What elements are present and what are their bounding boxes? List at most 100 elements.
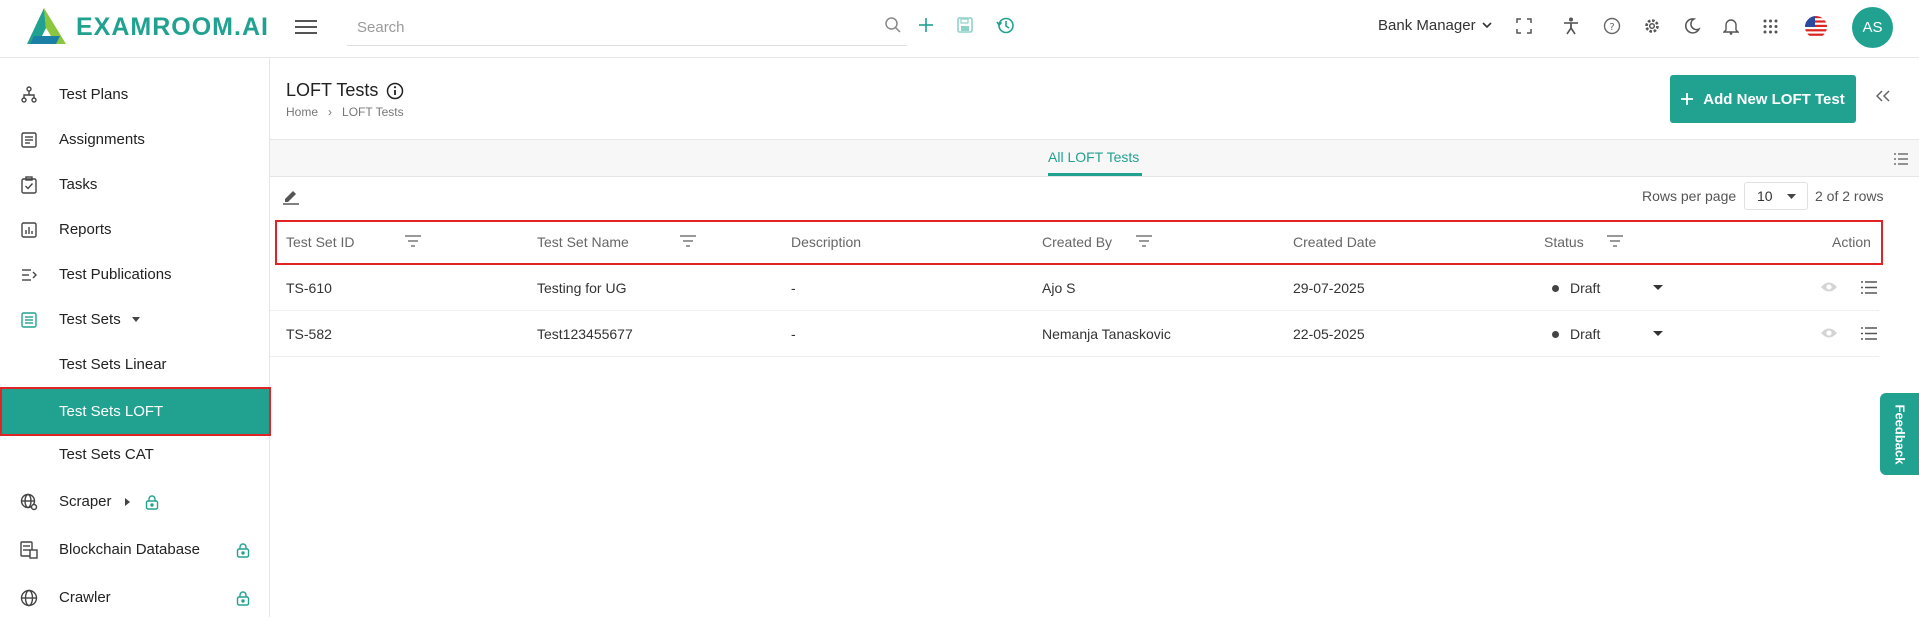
- search-input[interactable]: [347, 10, 907, 44]
- save-icon[interactable]: [956, 16, 974, 34]
- brand-name: EXAMROOM.AI: [76, 12, 269, 41]
- column-header-label: Created By: [1042, 234, 1113, 250]
- search-box: [347, 10, 907, 46]
- fullscreen-icon[interactable]: [1516, 18, 1532, 34]
- rows-per-page-select[interactable]: 10: [1744, 182, 1808, 210]
- apps-grid-icon[interactable]: [1763, 19, 1778, 34]
- plus-icon: [1681, 93, 1694, 105]
- column-settings-icon[interactable]: [1894, 153, 1908, 165]
- sidebar-item-test-sets[interactable]: Test Sets: [0, 297, 270, 342]
- caret-down-icon: [132, 317, 140, 322]
- filter-icon[interactable]: [405, 235, 421, 247]
- settings-icon[interactable]: [1643, 17, 1661, 35]
- sidebar-item-label: Test Plans: [59, 86, 129, 103]
- cell-created-by: Ajo S: [1042, 280, 1076, 296]
- sidebar-item-test-plans[interactable]: Test Plans: [0, 72, 270, 117]
- role-selector[interactable]: Bank Manager: [1378, 17, 1492, 34]
- breadcrumb: Home › LOFT Tests: [286, 105, 404, 119]
- add-new-loft-test-button[interactable]: Add New LOFT Test: [1670, 75, 1856, 123]
- us-flag-icon[interactable]: [1804, 15, 1828, 39]
- page-title-text: LOFT Tests: [286, 80, 379, 100]
- sidebar-item-reports[interactable]: Reports: [0, 207, 270, 252]
- page-title: LOFT Tests: [286, 80, 404, 101]
- column-header-label: Test Set ID: [286, 234, 355, 250]
- logo-icon: [27, 8, 66, 44]
- active-tab-indicator: [1048, 173, 1142, 176]
- notification-bell-icon[interactable]: [1723, 17, 1739, 35]
- column-header-label: Action: [1832, 234, 1871, 250]
- dark-mode-icon[interactable]: [1683, 17, 1701, 35]
- sidebar-item-test-sets-linear[interactable]: Test Sets Linear: [0, 342, 270, 387]
- filter-icon[interactable]: [680, 235, 696, 247]
- accessibility-icon[interactable]: [1563, 17, 1579, 35]
- column-header-label: Test Set Name: [537, 234, 629, 250]
- breadcrumb-home[interactable]: Home: [286, 105, 318, 119]
- help-icon[interactable]: ?: [1603, 17, 1621, 35]
- lock-icon: [145, 494, 159, 510]
- sidebar-item-test-sets-loft[interactable]: Test Sets LOFT: [0, 387, 271, 436]
- caret-down-icon: [1653, 331, 1663, 336]
- sidebar-item-label: Test Sets CAT: [59, 446, 154, 463]
- lock-icon: [236, 542, 250, 558]
- sidebar-item-crawler[interactable]: Crawler: [0, 575, 270, 620]
- menu-toggle-icon[interactable]: [295, 16, 317, 38]
- rows-count: 2 of 2 rows: [1815, 188, 1884, 204]
- sidebar-item-scraper[interactable]: Scraper: [0, 479, 270, 524]
- chevron-right-icon: ›: [328, 105, 333, 119]
- filter-icon[interactable]: [1607, 235, 1623, 247]
- caret-down-icon: [1787, 193, 1796, 199]
- user-avatar[interactable]: AS: [1852, 7, 1893, 48]
- view-eye-icon[interactable]: [1820, 281, 1838, 293]
- cell-test-set-id: TS-582: [286, 326, 332, 342]
- history-icon[interactable]: [996, 16, 1015, 35]
- feedback-tab[interactable]: Feedback: [1880, 393, 1919, 475]
- add-icon[interactable]: [917, 16, 935, 34]
- database-icon: [19, 540, 39, 560]
- list-menu-icon[interactable]: [1861, 281, 1877, 294]
- column-header-label: Created Date: [1293, 234, 1377, 250]
- status-dropdown[interactable]: Draft: [1552, 275, 1680, 301]
- cell-description: -: [791, 280, 796, 296]
- tab-bar: All LOFT Tests: [270, 139, 1919, 177]
- sidebar-item-test-publications[interactable]: Test Publications: [0, 252, 270, 297]
- sidebar-item-label: Crawler: [59, 589, 111, 606]
- hierarchy-icon: [19, 85, 39, 105]
- tab-all-loft-tests[interactable]: All LOFT Tests: [1048, 149, 1139, 165]
- rows-per-page-label: Rows per page: [1642, 188, 1737, 204]
- status-value: Draft: [1570, 280, 1601, 296]
- edit-icon[interactable]: [282, 187, 300, 205]
- column-header: Created Date: [1293, 234, 1376, 250]
- column-header: Created By: [1042, 234, 1112, 250]
- bar-chart-icon: [19, 220, 39, 240]
- sidebar-item-tasks[interactable]: Tasks: [0, 162, 270, 207]
- status-dropdown[interactable]: Draft: [1552, 321, 1680, 347]
- breadcrumb-current: LOFT Tests: [342, 105, 404, 119]
- caret-down-icon: [1653, 285, 1663, 290]
- cell-description: -: [791, 326, 796, 342]
- table-row[interactable]: TS-610 Testing for UG - Ajo S 29-07-2025…: [270, 265, 1879, 311]
- sidebar-item-test-sets-cat[interactable]: Test Sets CAT: [0, 432, 270, 477]
- table-row[interactable]: TS-582 Test123455677 - Nemanja Tanaskovi…: [270, 311, 1879, 357]
- chevron-down-icon: [1481, 22, 1492, 29]
- column-header-label: Description: [791, 234, 862, 250]
- column-header: Status: [1544, 234, 1584, 250]
- cell-created-date: 29-07-2025: [1293, 280, 1365, 296]
- cell-created-date: 22-05-2025: [1293, 326, 1365, 342]
- brand-logo[interactable]: EXAMROOM.AI: [24, 6, 269, 48]
- cell-created-by: Nemanja Tanaskovic: [1042, 326, 1171, 342]
- view-eye-icon[interactable]: [1820, 327, 1838, 339]
- caret-right-icon: [125, 497, 130, 506]
- cell-test-set-name: Test123455677: [537, 326, 633, 342]
- info-icon[interactable]: [386, 82, 404, 100]
- sidebar-item-blockchain-database[interactable]: Blockchain Database: [0, 527, 270, 572]
- sidebar-item-label: Assignments: [59, 131, 145, 148]
- status-dot: [1552, 284, 1559, 292]
- lock-icon: [236, 590, 250, 606]
- sidebar-item-assignments[interactable]: Assignments: [0, 117, 270, 162]
- filter-icon[interactable]: [1136, 235, 1152, 247]
- list-menu-icon[interactable]: [1861, 327, 1877, 340]
- rows-per-page-value: 10: [1757, 188, 1773, 204]
- collapse-panel-icon[interactable]: [1875, 89, 1890, 107]
- status-value: Draft: [1570, 326, 1601, 342]
- search-icon[interactable]: [884, 16, 902, 34]
